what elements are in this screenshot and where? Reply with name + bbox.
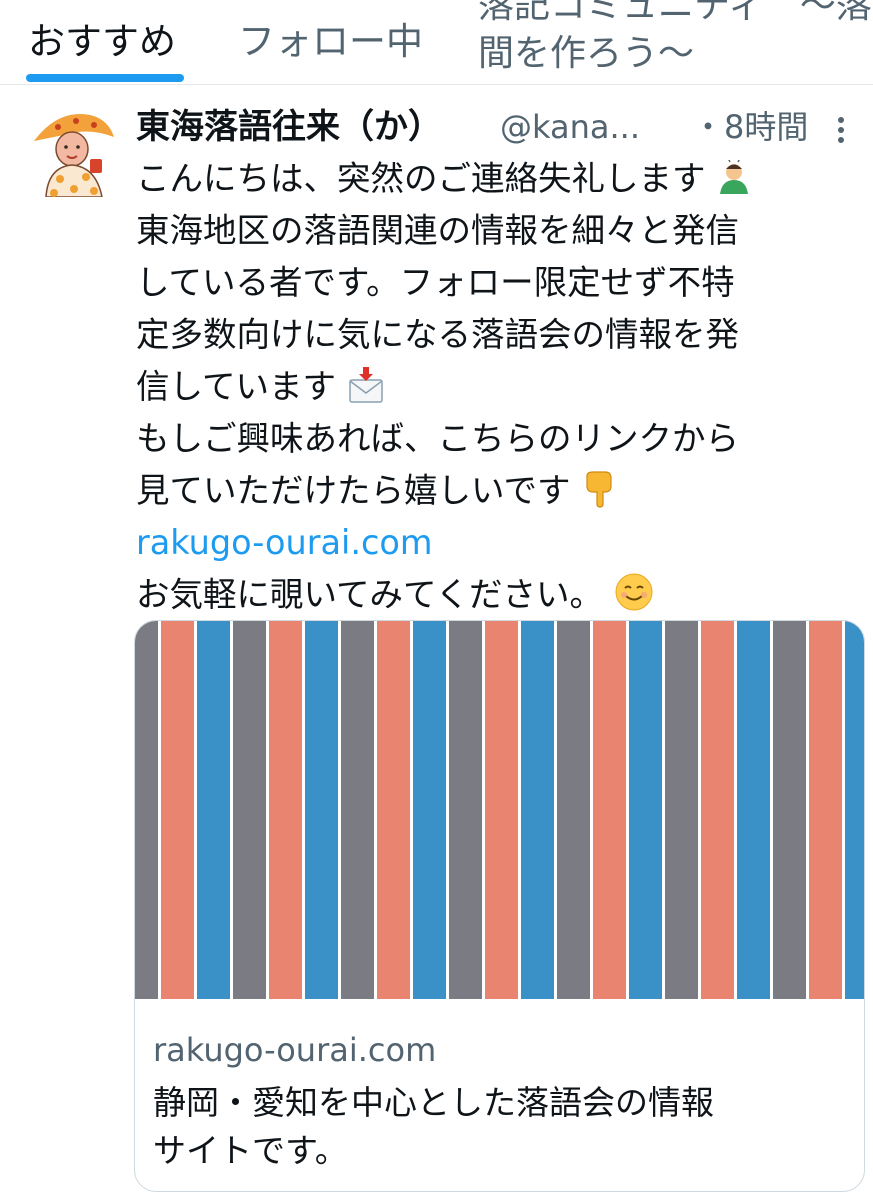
tweet-line: お気軽に覗いてみてください。: [136, 569, 856, 621]
tweet-text: こんにちは、突然のご連絡失礼します 東海地区の落語関連の情報を細々と発信 してい…: [136, 153, 856, 621]
card-stripe: [305, 621, 338, 999]
card-title: 静岡・愛知を中心とした落語会の情報 サイトです。: [153, 1083, 714, 1170]
card-stripe: [485, 621, 518, 999]
card-stripe: [233, 621, 266, 999]
card-stripe: [665, 621, 698, 999]
more-options-icon[interactable]: [836, 115, 846, 145]
card-stripe: [449, 621, 482, 999]
tweet-link[interactable]: rakugo-ourai.com: [136, 523, 433, 562]
link-preview-card[interactable]: rakugo-ourai.com 静岡・愛知を中心とした落語会の情報 サイトです…: [134, 620, 865, 1192]
tweet-line: 信しています: [136, 361, 856, 413]
timeline-tabs: おすすめ フォロー中 落記コミュニティ 〜落 間を作ろう〜: [0, 0, 873, 85]
tab-community-line1: 落記コミュニティ 〜落: [478, 0, 872, 26]
card-stripe: [161, 621, 194, 999]
card-stripe: [737, 621, 770, 999]
card-stripe: [197, 621, 230, 999]
card-domain: rakugo-ourai.com: [153, 1031, 437, 1069]
tweet-line: 東海地区の落語関連の情報を細々と発信: [136, 211, 739, 250]
active-tab-indicator: [26, 74, 184, 82]
tweet-line: もしご興味あれば、こちらのリンクから: [136, 419, 739, 458]
card-stripe: [629, 621, 662, 999]
avatar-illustration-icon: [34, 114, 114, 198]
tweet-line: 見ていただけたら嬉しいです: [136, 465, 856, 517]
card-image[interactable]: [135, 621, 864, 999]
author-handle[interactable]: @kana...: [500, 103, 640, 151]
card-stripe: [521, 621, 554, 999]
card-stripe: [341, 621, 374, 999]
tweet-header: 東海落語往来（か） @kana... ・8時間: [136, 103, 856, 151]
smiling-face-icon: [615, 573, 653, 611]
envelope-arrow-icon: [348, 367, 383, 403]
card-stripe: [701, 621, 734, 999]
author-name[interactable]: 東海落語往来（か）: [136, 107, 442, 147]
avatar[interactable]: [28, 105, 120, 198]
tweet-time[interactable]: ・8時間: [692, 103, 808, 151]
card-stripe: [413, 621, 446, 999]
card-stripe: [773, 621, 806, 999]
tab-community[interactable]: 落記コミュニティ 〜落 間を作ろう〜: [478, 0, 873, 82]
card-stripe: [593, 621, 626, 999]
tweet[interactable]: 東海落語往来（か） @kana... ・8時間 こんにちは、突然のご連絡失礼しま…: [0, 85, 873, 1200]
pointing-down-icon: [586, 471, 612, 508]
tweet-line: こんにちは、突然のご連絡失礼します: [136, 153, 856, 205]
tweet-line: rakugo-ourai.com: [136, 517, 856, 569]
card-stripe: [269, 621, 302, 999]
tweet-line: 定多数向けに気になる落語会の情報を発: [136, 315, 739, 354]
tab-following[interactable]: フォロー中: [238, 0, 423, 84]
card-stripe: [809, 621, 842, 999]
card-stripe: [377, 621, 410, 999]
card-stripe: [557, 621, 590, 999]
card-stripe: [845, 621, 864, 999]
man-bowing-icon: [720, 160, 749, 194]
tab-community-line2: 間を作ろう〜: [478, 33, 695, 74]
tweet-line: している者です。フォロー限定せず不特: [136, 263, 735, 302]
card-stripe: [135, 621, 158, 999]
tab-recommended[interactable]: おすすめ: [28, 0, 176, 84]
